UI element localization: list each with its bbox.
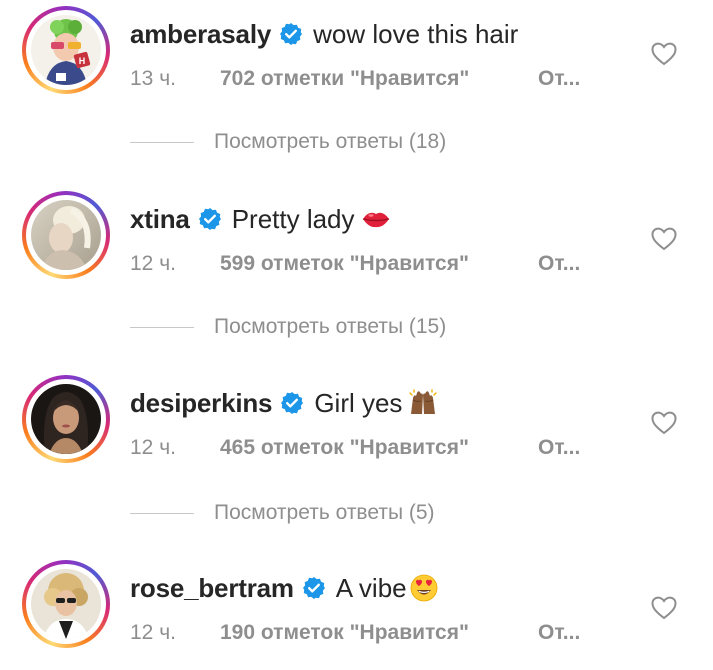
likes-count[interactable]: 599 отметок "Нравится": [220, 252, 538, 276]
comment-item: rose_bertram A vibe 12 ч. 190 отметок "Н…: [0, 560, 713, 670]
raised-hands-icon: [408, 388, 438, 418]
kiss-lips-icon: [361, 204, 391, 234]
username[interactable]: xtina: [130, 204, 190, 235]
reply-button[interactable]: От...: [538, 67, 580, 91]
like-heart-icon[interactable]: [651, 596, 677, 620]
username[interactable]: amberasaly: [130, 19, 271, 50]
replies-divider: [130, 512, 194, 514]
view-replies-button[interactable]: Посмотреть ответы (15): [130, 313, 690, 341]
view-replies-button[interactable]: Посмотреть ответы (18): [130, 128, 690, 156]
avatar[interactable]: [22, 191, 110, 279]
like-heart-icon[interactable]: [651, 227, 677, 251]
likes-count[interactable]: 190 отметок "Нравится": [220, 621, 538, 645]
svg-text:H: H: [79, 56, 86, 66]
avatar[interactable]: H: [22, 6, 110, 94]
comment-text: Girl yes: [314, 387, 403, 418]
like-heart-icon[interactable]: [651, 411, 677, 435]
comment-text: wow love this hair: [313, 18, 519, 49]
avatar[interactable]: [22, 375, 110, 463]
replies-divider: [130, 326, 194, 328]
comment-time: 12 ч.: [130, 252, 176, 275]
verified-badge-icon: [279, 22, 303, 46]
view-replies-label: Посмотреть ответы (5): [214, 501, 435, 524]
verified-badge-icon: [198, 207, 222, 231]
comment-item: desiperkins Girl yes 12 ч. 465 отметок "…: [0, 375, 713, 485]
reply-button[interactable]: От...: [538, 436, 580, 460]
reply-button[interactable]: От...: [538, 621, 580, 645]
comment-time: 13 ч.: [130, 67, 176, 90]
likes-count[interactable]: 465 отметок "Нравится": [220, 436, 538, 460]
likes-count[interactable]: 702 отметки "Нравится": [220, 67, 538, 91]
like-heart-icon[interactable]: [651, 42, 677, 66]
comment-item: H amberasaly wow love this hair 13 ч. 70…: [0, 6, 713, 116]
view-replies-label: Посмотреть ответы (15): [214, 315, 447, 338]
username[interactable]: desiperkins: [130, 388, 273, 419]
view-replies-label: Посмотреть ответы (18): [214, 130, 447, 153]
verified-badge-icon: [302, 576, 326, 600]
comment-text: A vibe: [335, 572, 407, 603]
comment-time: 12 ч.: [130, 621, 176, 644]
heart-eyes-icon: [409, 573, 439, 603]
comment-text: Pretty lady: [231, 203, 355, 234]
comment-item: xtina Pretty lady 12 ч. 599 отметок "Нра…: [0, 191, 713, 301]
view-replies-button[interactable]: Посмотреть ответы (5): [130, 499, 690, 527]
avatar[interactable]: [22, 560, 110, 648]
reply-button[interactable]: От...: [538, 252, 580, 276]
username[interactable]: rose_bertram: [130, 573, 294, 604]
comment-time: 12 ч.: [130, 436, 176, 459]
replies-divider: [130, 141, 194, 143]
verified-badge-icon: [280, 391, 304, 415]
